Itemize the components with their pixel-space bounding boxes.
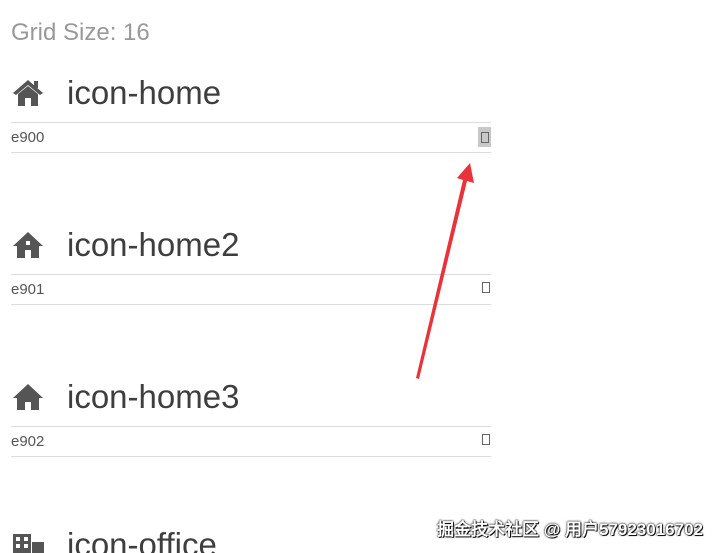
glyph-name: icon-office — [67, 526, 217, 553]
glyph-title-home2: icon-home2 — [11, 225, 239, 265]
glyph-code-row: e901 — [11, 274, 491, 305]
glyph-title-home: icon-home — [11, 73, 221, 113]
glyph-name: icon-home2 — [67, 226, 240, 263]
grid-size-label: Grid Size: 16 — [11, 19, 150, 46]
office-icon — [11, 528, 45, 553]
glyph-char-box-selected[interactable] — [478, 127, 491, 147]
glyph-name: icon-home3 — [67, 378, 240, 415]
glyph-code: e900 — [11, 129, 45, 146]
icon-font-preview-page: Grid Size: 16 icon-home e900 icon-home2 … — [0, 0, 717, 553]
home2-icon — [11, 228, 45, 262]
home-icon — [11, 76, 45, 110]
glyph-name: icon-home — [67, 74, 222, 111]
glyph-title-home3: icon-home3 — [11, 377, 239, 417]
glyph-title-office: icon-office — [11, 525, 217, 553]
home3-icon — [11, 380, 45, 414]
glyph-code: e901 — [11, 281, 45, 298]
glyph-code-row: e902 — [11, 426, 491, 457]
glyph-code: e902 — [11, 433, 45, 450]
glyph-code-row: e900 — [11, 122, 491, 153]
glyph-char-box[interactable] — [482, 282, 490, 293]
watermark: 掘金技术社区 @ 用户57923016702 — [436, 520, 703, 539]
glyph-char-box[interactable] — [482, 434, 490, 445]
